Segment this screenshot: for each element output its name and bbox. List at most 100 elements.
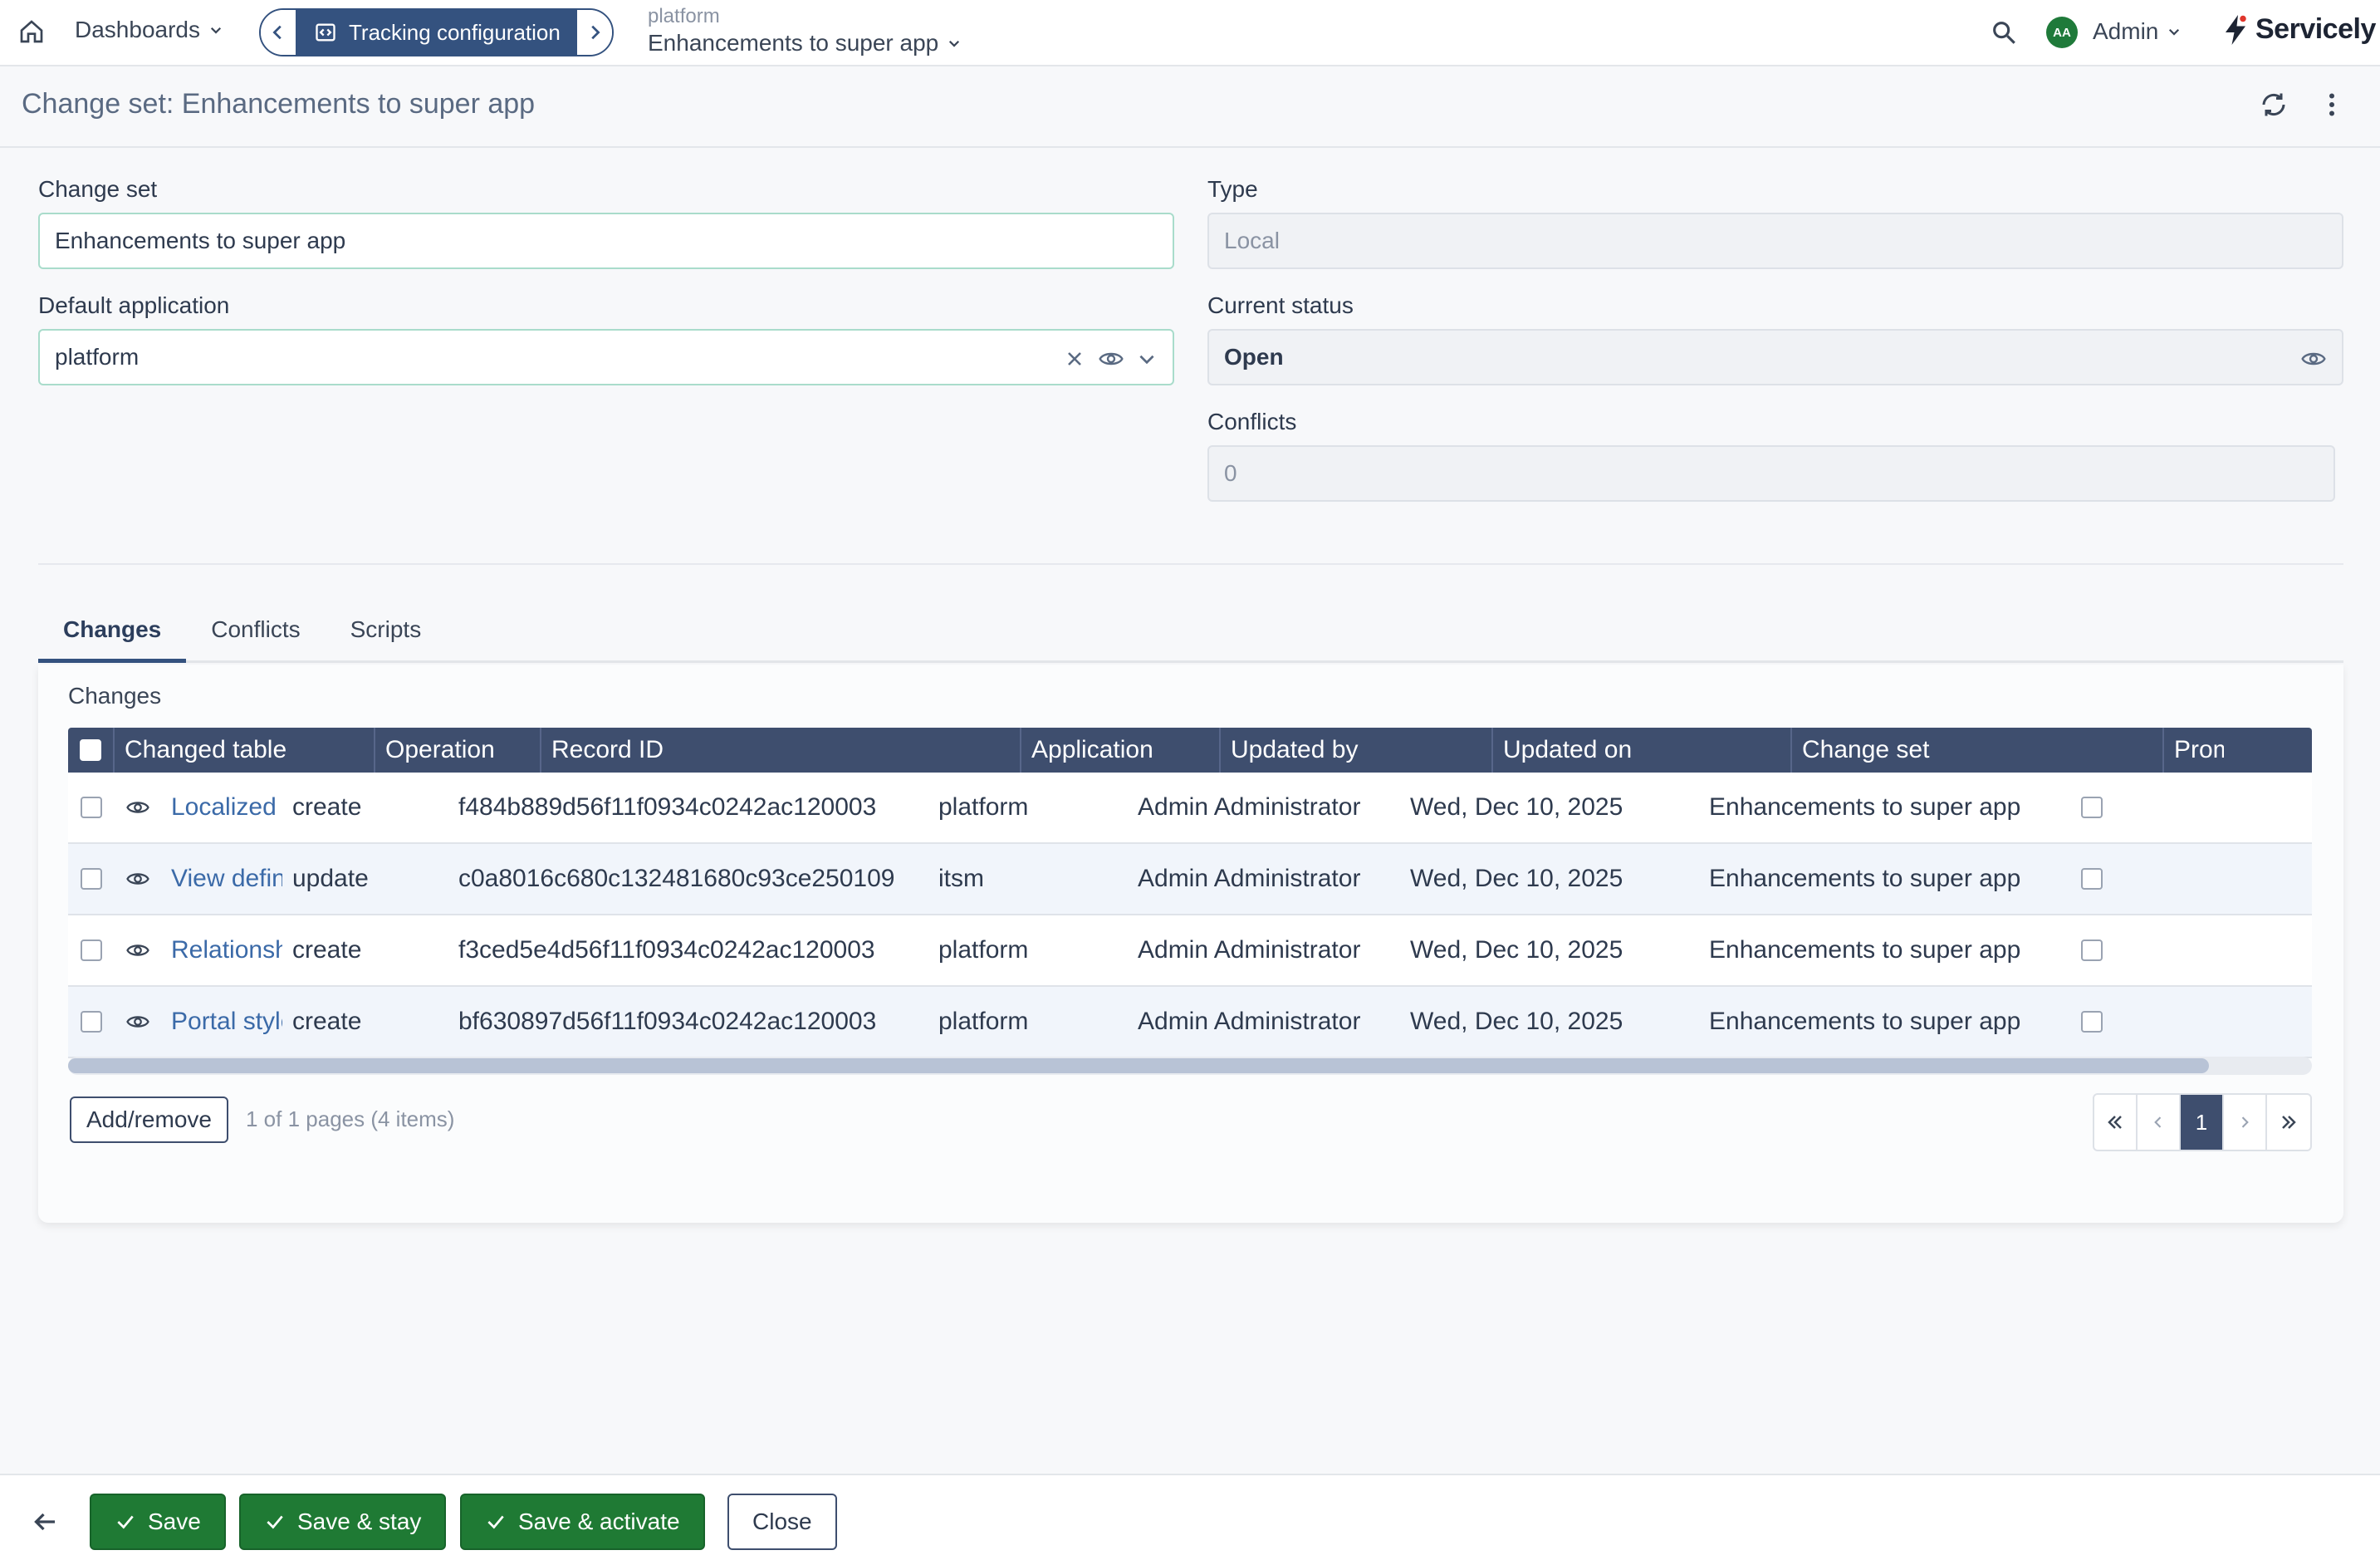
back-arrow-icon[interactable] — [30, 1507, 60, 1537]
promoted-checkbox[interactable] — [2081, 797, 2103, 818]
tracking-next-button[interactable] — [576, 10, 612, 55]
updated-on-cell: Wed, Dec 10, 2025 — [1410, 865, 1623, 892]
page-title-bar: Change set: Enhancements to super app — [0, 66, 2380, 148]
eye-icon[interactable] — [125, 795, 150, 820]
save-button[interactable]: Save — [90, 1494, 226, 1550]
row-checkbox[interactable] — [81, 1011, 102, 1033]
chevron-down-icon — [210, 27, 222, 34]
user-menu[interactable]: Admin — [2093, 18, 2182, 45]
previous-page-button[interactable] — [2138, 1095, 2181, 1150]
changed-table-link[interactable]: Portal style — [171, 1008, 282, 1036]
changeset-context-selector[interactable]: platform Enhancements to super app — [648, 7, 962, 55]
chevrons-left-icon — [2108, 1116, 2122, 1129]
search-icon[interactable] — [1990, 18, 2018, 47]
avatar[interactable]: AA — [2046, 17, 2078, 48]
changed-table-link[interactable]: Relationship definition — [171, 936, 282, 964]
top-navigation-bar: Dashboards Tracking configuration platfo… — [0, 0, 2380, 66]
default-application-value: platform — [55, 344, 140, 370]
updated-by-cell: Admin Administrator — [1138, 936, 1361, 964]
column-header-record-id[interactable]: Record ID — [541, 728, 1021, 773]
eye-icon[interactable] — [125, 938, 150, 963]
page-number-button[interactable]: 1 — [2181, 1095, 2224, 1150]
chevron-left-icon — [272, 25, 282, 40]
promoted-checkbox[interactable] — [2081, 1011, 2103, 1033]
changes-table: Changed table Operation Record ID Applic… — [68, 728, 2312, 1058]
select-all-cell — [68, 728, 115, 773]
column-header-application[interactable]: Application — [1021, 728, 1221, 773]
close-button[interactable]: Close — [727, 1494, 837, 1550]
chevron-down-icon[interactable] — [1136, 348, 1158, 370]
application-cell: itsm — [938, 865, 984, 892]
horizontal-scrollbar[interactable] — [68, 1057, 2312, 1075]
column-header-operation[interactable]: Operation — [375, 728, 541, 773]
tab-changes[interactable]: Changes — [38, 606, 187, 663]
default-application-label: Default application — [38, 292, 230, 318]
changed-table-link[interactable]: Localized message — [171, 793, 282, 822]
eye-icon[interactable] — [125, 1009, 150, 1034]
eye-icon[interactable] — [2300, 346, 2327, 372]
next-page-button[interactable] — [2224, 1095, 2267, 1150]
record-id-cell: f484b889d56f11f0934c0242ac120003 — [458, 793, 877, 821]
check-icon — [117, 1515, 134, 1529]
section-divider — [38, 563, 2343, 565]
tracking-configuration-button[interactable]: Tracking configuration — [296, 10, 577, 55]
column-header-updated-on[interactable]: Updated on — [1493, 728, 1792, 773]
column-header-promoted[interactable]: Prom — [2164, 728, 2224, 773]
table-row: Portal style create bf630897d56f11f0934c… — [68, 987, 2312, 1058]
change-set-label: Change set — [38, 176, 158, 202]
tab-conflicts[interactable]: Conflicts — [186, 606, 325, 663]
dashboards-menu[interactable]: Dashboards — [75, 17, 223, 43]
conflicts-label: Conflicts — [1207, 409, 1297, 434]
application-cell: platform — [938, 936, 1029, 964]
updated-on-cell: Wed, Dec 10, 2025 — [1410, 793, 1623, 821]
save-and-stay-button[interactable]: Save & stay — [239, 1494, 447, 1550]
row-checkbox[interactable] — [81, 939, 102, 961]
operation-cell: create — [292, 1008, 362, 1035]
logo-text: Servicely — [2255, 13, 2376, 45]
add-remove-button[interactable]: Add/remove — [70, 1096, 228, 1143]
operation-cell: create — [292, 793, 362, 821]
save-and-stay-label: Save & stay — [297, 1509, 422, 1534]
last-page-button[interactable] — [2267, 1095, 2310, 1150]
select-all-checkbox[interactable] — [80, 739, 101, 761]
brand-logo: Servicely — [2222, 13, 2376, 46]
conflicts-value: 0 — [1224, 460, 1237, 486]
save-and-activate-button[interactable]: Save & activate — [460, 1494, 705, 1550]
promoted-checkbox[interactable] — [2081, 939, 2103, 961]
type-label: Type — [1207, 176, 1258, 202]
operation-cell: create — [292, 936, 362, 964]
row-checkbox[interactable] — [81, 797, 102, 818]
table-row: Relationship definition create f3ced5e4d… — [68, 915, 2312, 987]
tab-scripts[interactable]: Scripts — [326, 606, 447, 663]
eye-icon[interactable] — [125, 866, 150, 891]
chevron-right-icon — [591, 25, 600, 40]
change-set-value: Enhancements to super app — [55, 228, 346, 253]
tracking-label: Tracking configuration — [349, 19, 561, 45]
eye-icon[interactable] — [1098, 346, 1124, 372]
row-checkbox[interactable] — [81, 868, 102, 890]
chevron-right-icon — [2241, 1116, 2249, 1128]
scrollbar-thumb[interactable] — [68, 1058, 2209, 1073]
record-id-cell: c0a8016c680c132481680c93ce250109 — [458, 865, 895, 892]
changed-table-link[interactable]: View definition — [171, 865, 282, 893]
more-options-icon[interactable] — [2317, 90, 2347, 120]
promoted-checkbox[interactable] — [2081, 868, 2103, 890]
refresh-icon[interactable] — [2259, 90, 2289, 120]
save-and-activate-label: Save & activate — [518, 1509, 680, 1534]
current-status-field: Open — [1207, 329, 2343, 385]
column-header-change-set[interactable]: Change set — [1792, 728, 2164, 773]
clear-icon[interactable] — [1063, 347, 1086, 370]
change-set-input[interactable]: Enhancements to super app — [38, 213, 1174, 269]
application-cell: platform — [938, 1008, 1029, 1035]
home-icon[interactable] — [18, 18, 45, 45]
change-set-cell: Enhancements to super app — [1709, 936, 2021, 964]
column-header-updated-by[interactable]: Updated by — [1221, 728, 1493, 773]
save-label: Save — [148, 1509, 201, 1534]
table-header: Changed table Operation Record ID Applic… — [68, 728, 2312, 773]
tracking-prev-button[interactable] — [261, 10, 296, 55]
change-set-cell: Enhancements to super app — [1709, 865, 2021, 892]
default-application-select[interactable]: platform — [38, 329, 1174, 385]
first-page-button[interactable] — [2094, 1095, 2138, 1150]
column-header-changed-table[interactable]: Changed table — [115, 728, 375, 773]
operation-cell: update — [292, 865, 369, 892]
